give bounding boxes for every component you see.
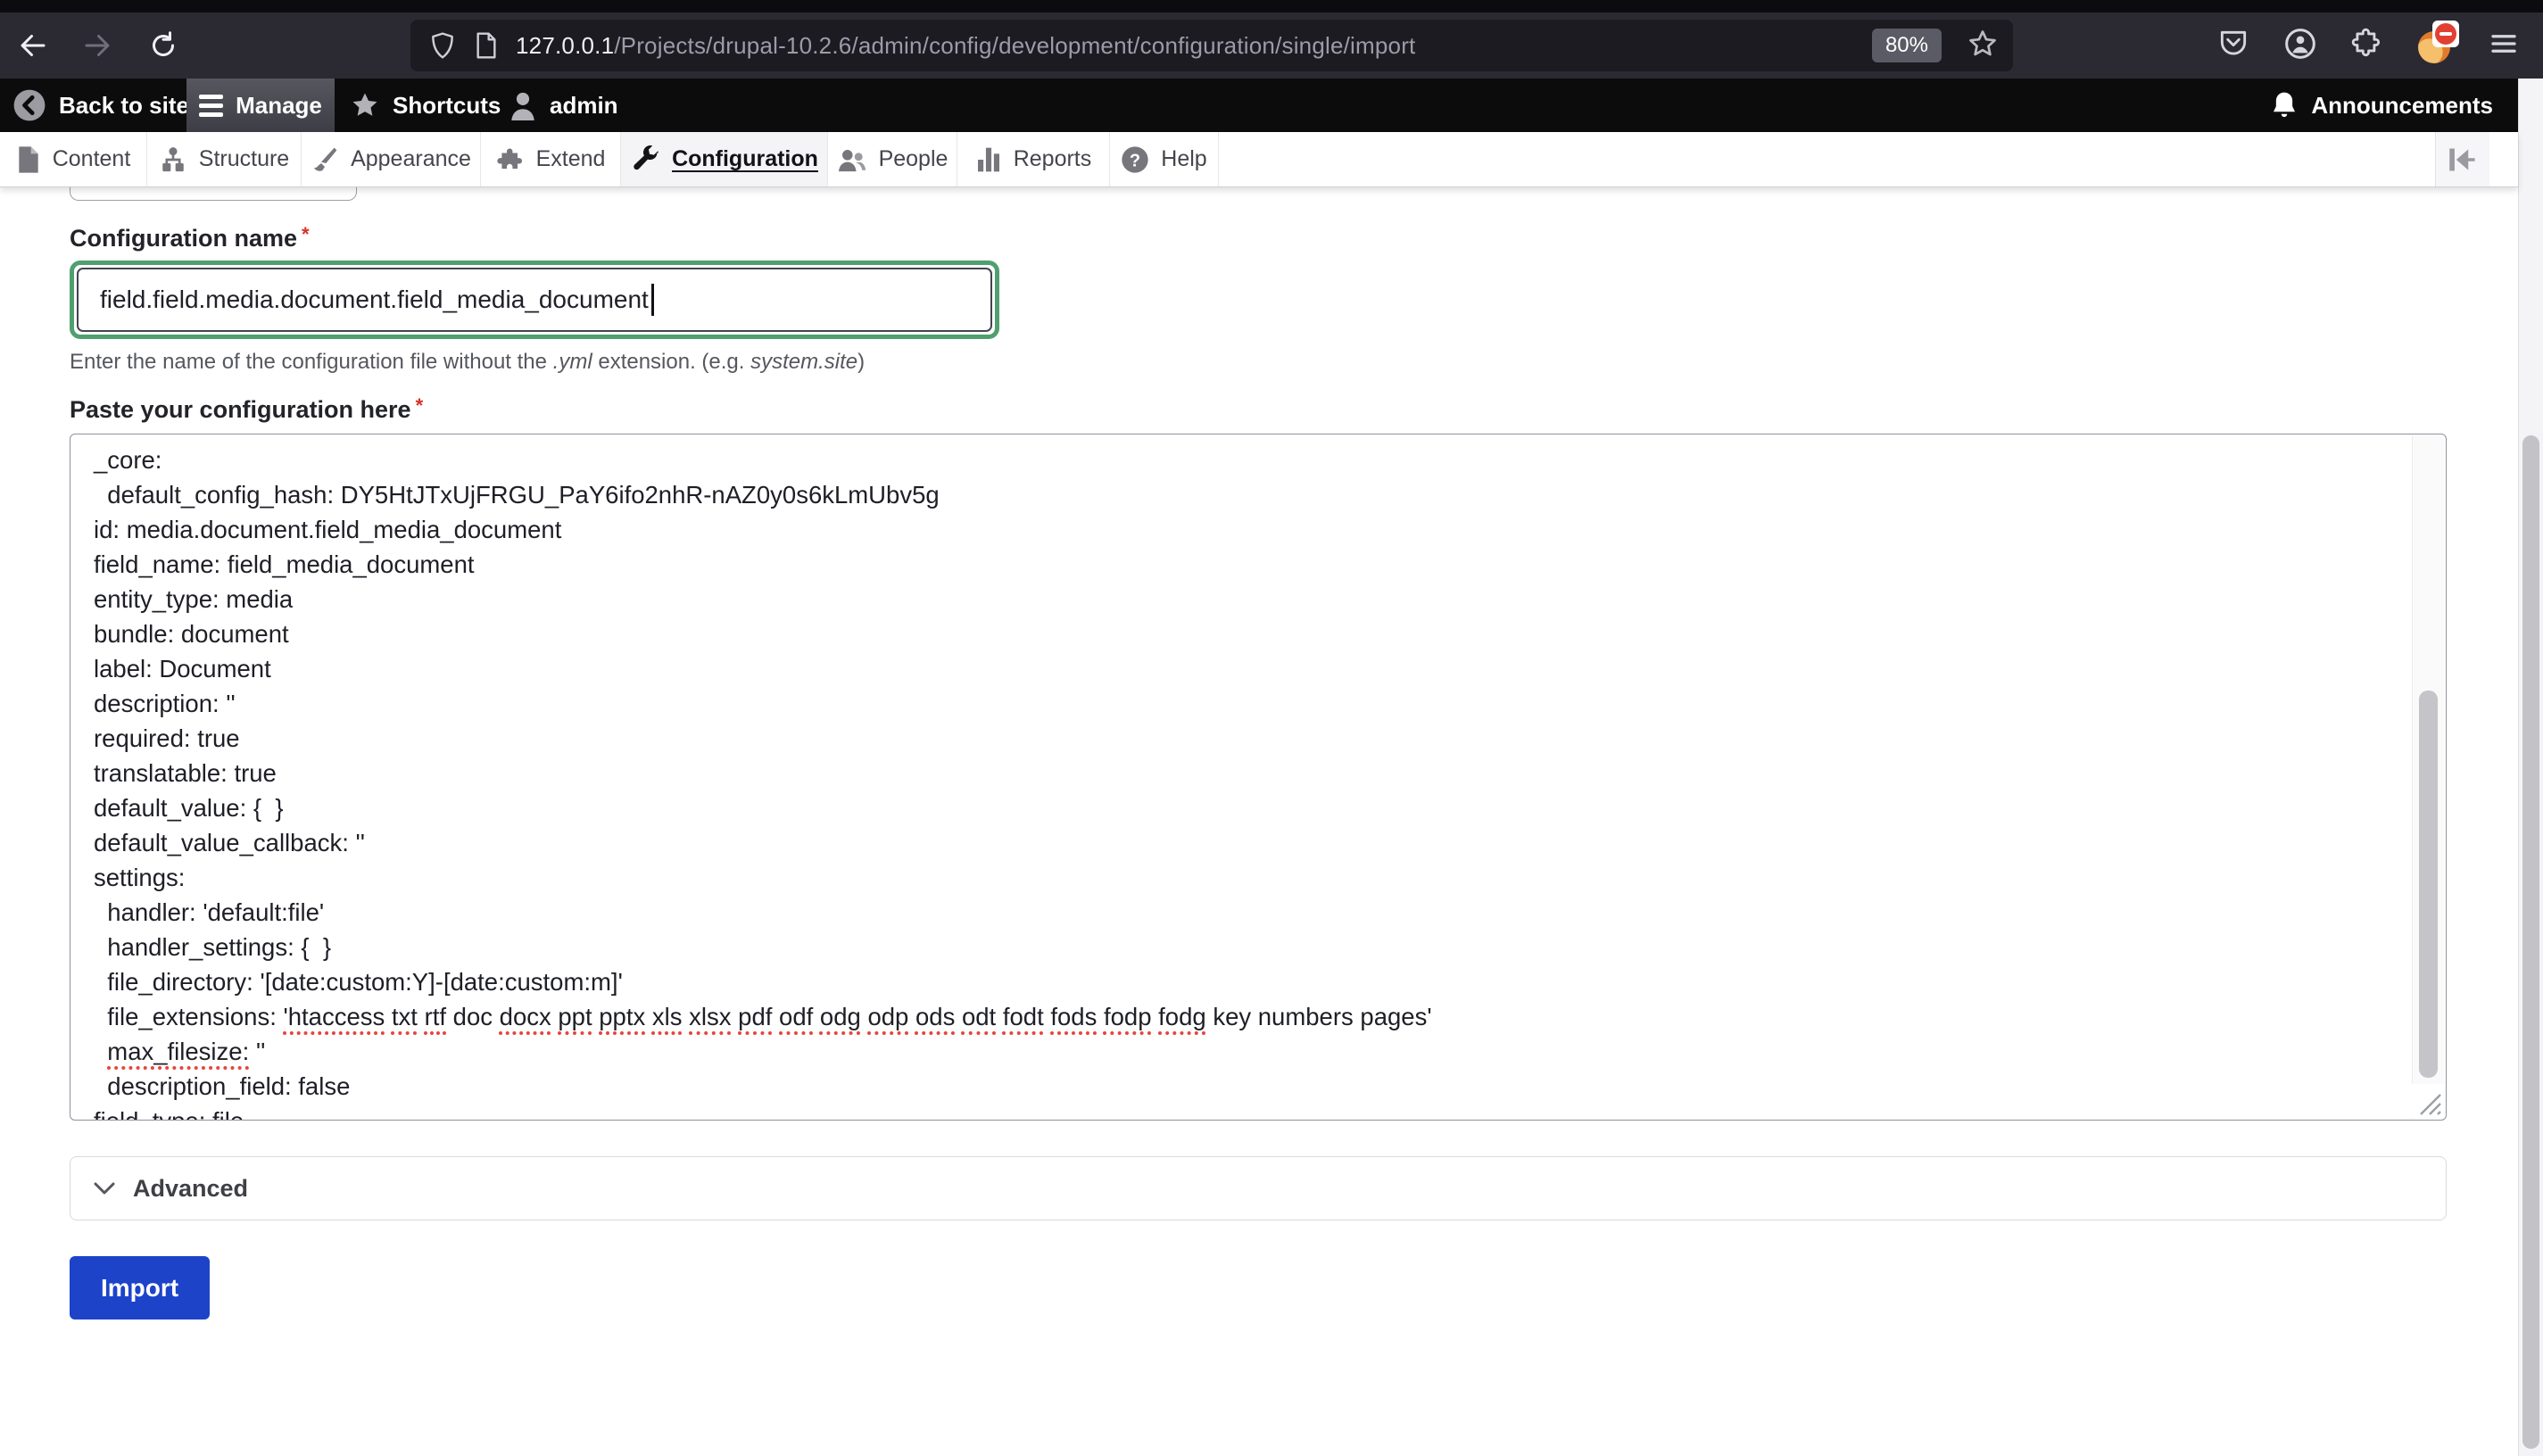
browser-toolbar: 127.0.0.1/Projects/drupal-10.2.6/admin/c… <box>0 12 2543 79</box>
menu-item-content[interactable]: Content <box>0 132 147 186</box>
back-button[interactable] <box>14 27 52 64</box>
window-scrollbar-thumb[interactable] <box>2522 435 2539 1449</box>
back-to-site-icon <box>12 88 46 122</box>
forward-arrow-icon <box>81 29 113 62</box>
announcements-label: Announcements <box>2311 92 2493 120</box>
people-icon <box>837 145 867 174</box>
configuration-wrench-icon <box>630 145 660 175</box>
svg-text:?: ? <box>1130 151 1140 170</box>
main-content: Configuration name* field.field.media.do… <box>0 187 2518 1456</box>
user-icon <box>509 90 537 120</box>
menu-item-reports[interactable]: Reports <box>957 132 1110 186</box>
required-asterisk: * <box>302 223 310 245</box>
text-cursor <box>651 284 654 316</box>
page-info-icon[interactable] <box>473 31 500 60</box>
chevron-down-icon <box>94 1182 115 1195</box>
configuration-name-label: Configuration name* <box>70 223 310 252</box>
reload-button[interactable] <box>145 27 182 64</box>
back-to-site-label: Back to site <box>59 92 189 120</box>
manage-tab[interactable]: Manage <box>186 79 335 132</box>
back-to-site-button[interactable]: Back to site <box>12 79 189 132</box>
extend-icon <box>496 145 525 174</box>
shortcuts-label: Shortcuts <box>393 92 501 120</box>
structure-icon <box>159 145 187 174</box>
bell-icon <box>2270 90 2299 120</box>
appearance-icon <box>311 145 339 174</box>
advanced-label: Advanced <box>133 1175 248 1203</box>
toolbar-right-icons <box>2216 25 2520 66</box>
manage-label: Manage <box>236 92 322 120</box>
blocked-badge-icon <box>2435 23 2456 45</box>
window-scrollbar-track[interactable] <box>2518 79 2543 1456</box>
url-host: 127.0.0.1 <box>516 32 614 59</box>
configuration-name-help: Enter the name of the configuration file… <box>70 350 865 375</box>
required-asterisk: * <box>416 394 424 417</box>
menu-item-appearance[interactable]: Appearance <box>302 132 481 186</box>
announcements-button[interactable]: Announcements <box>2270 79 2493 132</box>
url-bar[interactable]: 127.0.0.1/Projects/drupal-10.2.6/admin/c… <box>410 20 2013 71</box>
import-button[interactable]: Import <box>70 1256 210 1320</box>
content-icon <box>16 145 41 174</box>
textarea-scrollbar-track[interactable] <box>2412 435 2445 1119</box>
shortcuts-star-icon <box>350 90 380 120</box>
app-menu-hamburger-icon[interactable] <box>2488 28 2520 64</box>
help-icon: ? <box>1121 145 1149 174</box>
shortcuts-button[interactable]: Shortcuts <box>350 79 501 132</box>
url-path: /Projects/drupal-10.2.6/admin/config/dev… <box>614 32 1415 59</box>
bookmark-star-icon[interactable] <box>1967 28 1999 64</box>
shield-icon[interactable] <box>428 31 457 60</box>
advanced-details-toggle[interactable]: Advanced <box>70 1156 2447 1220</box>
container-extension-icon[interactable] <box>2416 26 2456 65</box>
window-titlebar <box>0 0 2543 12</box>
configuration-name-value: field.field.media.document.field_media_d… <box>100 285 649 314</box>
configuration-name-input[interactable]: field.field.media.document.field_media_d… <box>70 261 999 339</box>
manage-hamburger-icon <box>199 95 223 117</box>
back-arrow-icon <box>17 29 49 62</box>
menu-item-help[interactable]: ? Help <box>1110 132 1219 186</box>
toolbar-orientation-toggle[interactable] <box>2435 132 2489 186</box>
menu-item-extend[interactable]: Extend <box>481 132 621 186</box>
yaml-content: _core: default_config_hash: DY5HtJTxUjFR… <box>94 443 2389 1121</box>
reload-icon <box>147 29 179 62</box>
forward-button[interactable] <box>79 27 116 64</box>
drupal-menubar: Content Structure Appearance Extend Conf… <box>0 132 2518 187</box>
configuration-import-textarea[interactable]: _core: default_config_hash: DY5HtJTxUjFR… <box>70 434 2447 1121</box>
collapse-left-icon <box>2448 148 2478 171</box>
menu-item-structure[interactable]: Structure <box>147 132 302 186</box>
user-label: admin <box>550 92 618 120</box>
textarea-resize-handle[interactable] <box>2410 1084 2444 1118</box>
user-menu[interactable]: admin <box>509 79 618 132</box>
zoom-level-badge[interactable]: 80% <box>1872 29 1942 62</box>
paste-configuration-label: Paste your configuration here* <box>70 394 423 424</box>
reports-icon <box>975 145 1002 174</box>
pocket-icon[interactable] <box>2216 27 2250 65</box>
menu-item-people[interactable]: People <box>828 132 957 186</box>
url-text: 127.0.0.1/Projects/drupal-10.2.6/admin/c… <box>516 32 1872 60</box>
menu-item-configuration[interactable]: Configuration <box>621 132 828 186</box>
extensions-puzzle-icon[interactable] <box>2350 27 2384 65</box>
textarea-scrollbar-thumb[interactable] <box>2419 691 2438 1078</box>
drupal-admin-toolbar: Back to site Manage Shortcuts admin Anno… <box>0 79 2518 132</box>
account-icon[interactable] <box>2282 26 2318 66</box>
